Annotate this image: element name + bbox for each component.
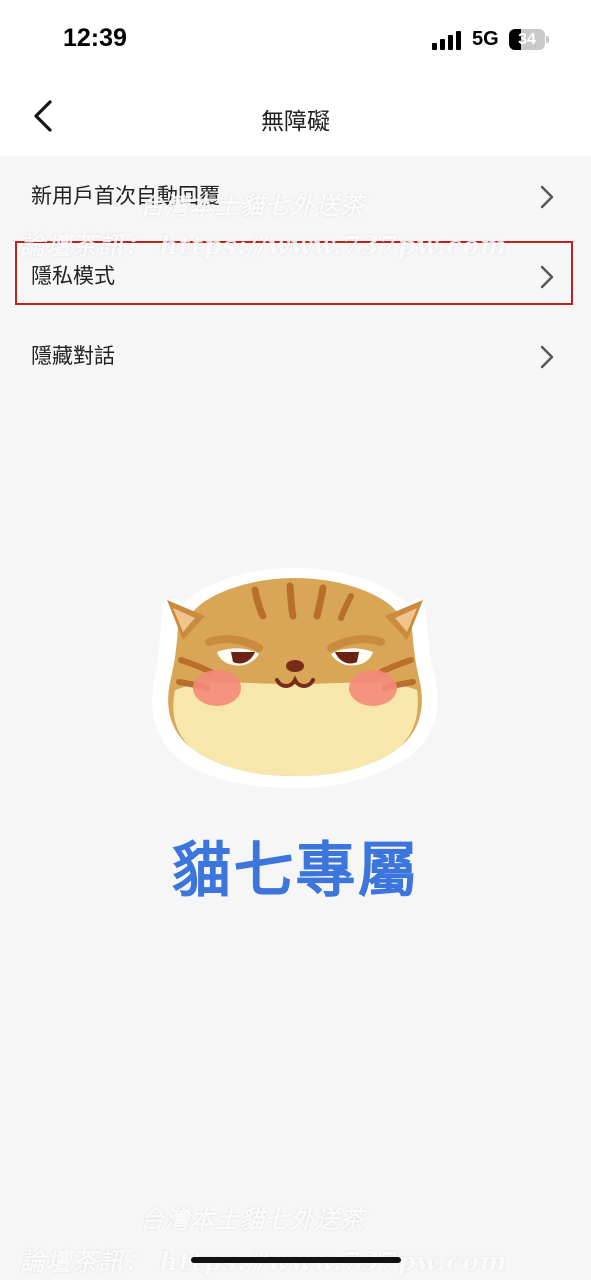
signal-icon <box>432 30 464 50</box>
battery-icon: 34 <box>509 29 549 50</box>
nav-bar: 無障礙 <box>0 80 591 156</box>
status-bar: 12:39 5G 34 <box>0 0 591 80</box>
watermark-text: 台灣本土貓七外送茶 <box>140 191 365 220</box>
menu-item-hide-chats[interactable]: 隱藏對話 <box>0 316 591 396</box>
watermark-text: 台灣本土貓七外送茶 <box>140 1205 365 1234</box>
battery-level: 34 <box>518 31 536 48</box>
brand-title: 貓七專屬 <box>171 836 420 906</box>
chevron-right-icon <box>540 345 554 369</box>
menu-item-label: 隱藏對話 <box>31 344 115 368</box>
chevron-right-icon <box>540 185 554 209</box>
page-title: 無障礙 <box>261 109 330 135</box>
status-time: 12:39 <box>63 24 127 52</box>
home-indicator[interactable] <box>191 1257 401 1263</box>
watermark-url: 論壇茶訊： https://www.737pw.com <box>20 231 508 260</box>
network-type: 5G <box>472 28 499 50</box>
cat-mascot-image <box>152 568 438 788</box>
